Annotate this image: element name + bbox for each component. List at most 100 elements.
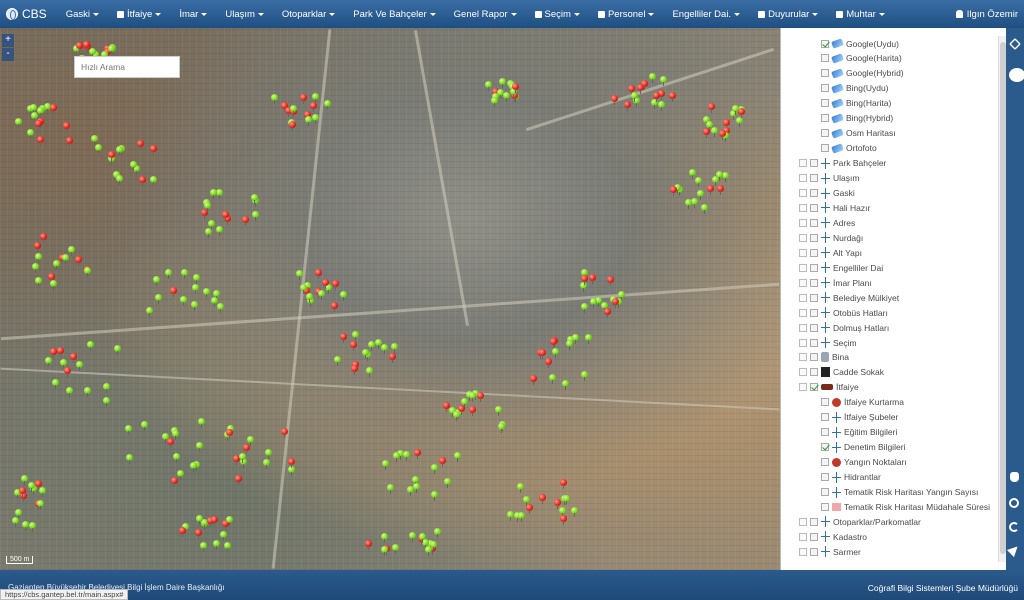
green-marker-icon[interactable] xyxy=(352,331,359,341)
user-menu[interactable]: Ilgın Özemir xyxy=(955,0,1018,28)
red-marker-icon[interactable] xyxy=(350,341,357,351)
layer-item[interactable]: Engelliler Dai xyxy=(799,260,883,275)
green-marker-icon[interactable] xyxy=(196,442,203,452)
layer-checkbox[interactable] xyxy=(810,218,818,227)
layer-checkbox[interactable] xyxy=(810,308,818,317)
green-marker-icon[interactable] xyxy=(434,528,441,538)
layer-item[interactable]: Ortofoto xyxy=(821,141,877,156)
expand-toggle[interactable] xyxy=(799,218,807,227)
red-marker-icon[interactable] xyxy=(211,516,218,526)
red-marker-icon[interactable] xyxy=(624,101,631,111)
red-marker-icon[interactable] xyxy=(669,92,676,102)
green-marker-icon[interactable] xyxy=(431,464,438,474)
expand-toggle[interactable] xyxy=(799,532,807,541)
green-marker-icon[interactable] xyxy=(192,284,199,294)
red-marker-icon[interactable] xyxy=(539,349,546,359)
layer-item[interactable]: Kadastro xyxy=(799,529,867,544)
layer-item[interactable]: İtfaiye Şubeler xyxy=(821,410,898,425)
green-marker-icon[interactable] xyxy=(204,202,211,212)
zoom-in-button[interactable]: + xyxy=(2,34,14,47)
menu-item[interactable]: İmar xyxy=(170,9,216,20)
green-marker-icon[interactable] xyxy=(412,476,419,486)
red-marker-icon[interactable] xyxy=(550,338,557,348)
red-marker-icon[interactable] xyxy=(717,185,724,195)
green-marker-icon[interactable] xyxy=(300,284,307,294)
layer-checkbox[interactable] xyxy=(810,293,818,302)
green-marker-icon[interactable] xyxy=(50,280,57,290)
red-marker-icon[interactable] xyxy=(738,108,745,118)
green-marker-icon[interactable] xyxy=(52,379,59,389)
search-icon[interactable] xyxy=(1009,68,1024,82)
red-marker-icon[interactable] xyxy=(612,298,619,308)
layer-checkbox[interactable] xyxy=(810,263,818,272)
layer-checkbox[interactable] xyxy=(821,54,829,63)
expand-toggle[interactable] xyxy=(799,323,807,332)
red-marker-icon[interactable] xyxy=(48,273,55,283)
layer-checkbox[interactable] xyxy=(810,248,818,257)
red-marker-icon[interactable] xyxy=(512,83,519,93)
red-marker-icon[interactable] xyxy=(83,41,90,51)
green-marker-icon[interactable] xyxy=(695,177,702,187)
green-marker-icon[interactable] xyxy=(165,269,172,279)
green-marker-icon[interactable] xyxy=(518,512,525,522)
red-marker-icon[interactable] xyxy=(35,480,42,490)
expand-toggle[interactable] xyxy=(799,383,807,392)
layer-item[interactable]: Otoparklar/Parkomatlar xyxy=(799,514,921,529)
layer-checkbox[interactable] xyxy=(821,114,829,123)
green-marker-icon[interactable] xyxy=(559,507,566,517)
layer-item[interactable]: Osm Haritası xyxy=(821,126,896,141)
green-marker-icon[interactable] xyxy=(409,532,416,542)
green-marker-icon[interactable] xyxy=(444,478,451,488)
green-marker-icon[interactable] xyxy=(62,254,69,264)
red-marker-icon[interactable] xyxy=(560,479,567,489)
layer-checkbox[interactable] xyxy=(810,233,818,242)
layer-checkbox[interactable] xyxy=(810,203,818,212)
green-marker-icon[interactable] xyxy=(12,517,19,527)
green-marker-icon[interactable] xyxy=(263,459,270,469)
red-marker-icon[interactable] xyxy=(653,92,660,102)
red-marker-icon[interactable] xyxy=(641,80,648,90)
expand-toggle[interactable] xyxy=(799,547,807,556)
green-marker-icon[interactable] xyxy=(89,48,96,58)
green-marker-icon[interactable] xyxy=(691,198,698,208)
green-marker-icon[interactable] xyxy=(685,199,692,209)
layer-item[interactable]: Hali Hazır xyxy=(799,200,870,215)
green-marker-icon[interactable] xyxy=(103,397,110,407)
red-marker-icon[interactable] xyxy=(288,458,295,468)
green-marker-icon[interactable] xyxy=(334,356,341,366)
red-marker-icon[interactable] xyxy=(35,120,42,130)
menu-item[interactable]: Seçim xyxy=(526,9,589,20)
navigate-icon[interactable] xyxy=(1006,542,1022,558)
green-marker-icon[interactable] xyxy=(523,496,530,506)
red-marker-icon[interactable] xyxy=(34,242,41,252)
green-marker-icon[interactable] xyxy=(375,339,382,349)
layer-item[interactable]: İmar Planı xyxy=(799,275,872,290)
green-marker-icon[interactable] xyxy=(60,359,67,369)
expand-toggle[interactable] xyxy=(799,338,807,347)
green-marker-icon[interactable] xyxy=(35,253,42,263)
green-marker-icon[interactable] xyxy=(116,175,123,185)
green-marker-icon[interactable] xyxy=(208,220,215,230)
green-marker-icon[interactable] xyxy=(150,176,157,186)
layer-item[interactable]: Yangın Noktaları xyxy=(821,455,907,470)
layer-checkbox[interactable] xyxy=(821,39,829,48)
layer-checkbox[interactable] xyxy=(810,353,818,362)
green-marker-icon[interactable] xyxy=(306,293,313,303)
green-marker-icon[interactable] xyxy=(503,92,510,102)
expand-toggle[interactable] xyxy=(799,159,807,168)
green-marker-icon[interactable] xyxy=(173,453,180,463)
layer-checkbox[interactable] xyxy=(810,189,818,197)
green-marker-icon[interactable] xyxy=(210,189,217,199)
layer-checkbox[interactable] xyxy=(821,84,829,93)
green-marker-icon[interactable] xyxy=(162,433,169,443)
green-marker-icon[interactable] xyxy=(76,361,83,371)
green-marker-icon[interactable] xyxy=(103,383,110,393)
expand-toggle[interactable] xyxy=(799,293,807,302)
green-marker-icon[interactable] xyxy=(552,348,559,358)
layer-checkbox[interactable] xyxy=(821,488,829,496)
menu-item[interactable]: Muhtar xyxy=(827,9,894,20)
green-marker-icon[interactable] xyxy=(711,127,718,137)
pan-hand-icon[interactable] xyxy=(1010,472,1019,482)
green-marker-icon[interactable] xyxy=(498,423,505,433)
red-marker-icon[interactable] xyxy=(530,375,537,385)
